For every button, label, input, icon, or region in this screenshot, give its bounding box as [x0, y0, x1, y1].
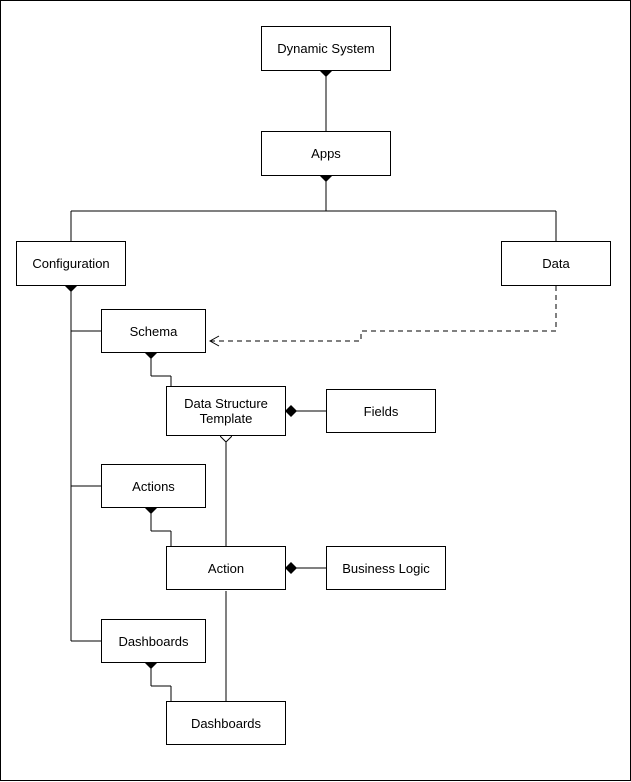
node-data-structure-template: Data Structure Template	[166, 386, 286, 436]
node-label: Schema	[130, 324, 178, 339]
node-label: Dashboards	[118, 634, 188, 649]
node-data: Data	[501, 241, 611, 286]
node-business-logic: Business Logic	[326, 546, 446, 590]
diagram-container: Dynamic System Apps Configuration Data S…	[0, 0, 631, 781]
node-dynamic-system: Dynamic System	[261, 26, 391, 71]
node-actions: Actions	[101, 464, 206, 508]
node-configuration: Configuration	[16, 241, 126, 286]
node-label: Actions	[132, 479, 175, 494]
node-fields: Fields	[326, 389, 436, 433]
node-apps: Apps	[261, 131, 391, 176]
node-dashboards-group: Dashboards	[101, 619, 206, 663]
node-label: Data	[542, 256, 569, 271]
node-label: Dynamic System	[277, 41, 375, 56]
node-label: Fields	[364, 404, 399, 419]
node-label: Configuration	[32, 256, 109, 271]
node-label: Business Logic	[342, 561, 429, 576]
connectors-layer	[1, 1, 631, 782]
node-label: Data Structure Template	[184, 396, 268, 426]
node-action: Action	[166, 546, 286, 590]
node-label: Apps	[311, 146, 341, 161]
node-label: Dashboards	[191, 716, 261, 731]
node-schema: Schema	[101, 309, 206, 353]
node-label: Action	[208, 561, 244, 576]
node-dashboards-item: Dashboards	[166, 701, 286, 745]
